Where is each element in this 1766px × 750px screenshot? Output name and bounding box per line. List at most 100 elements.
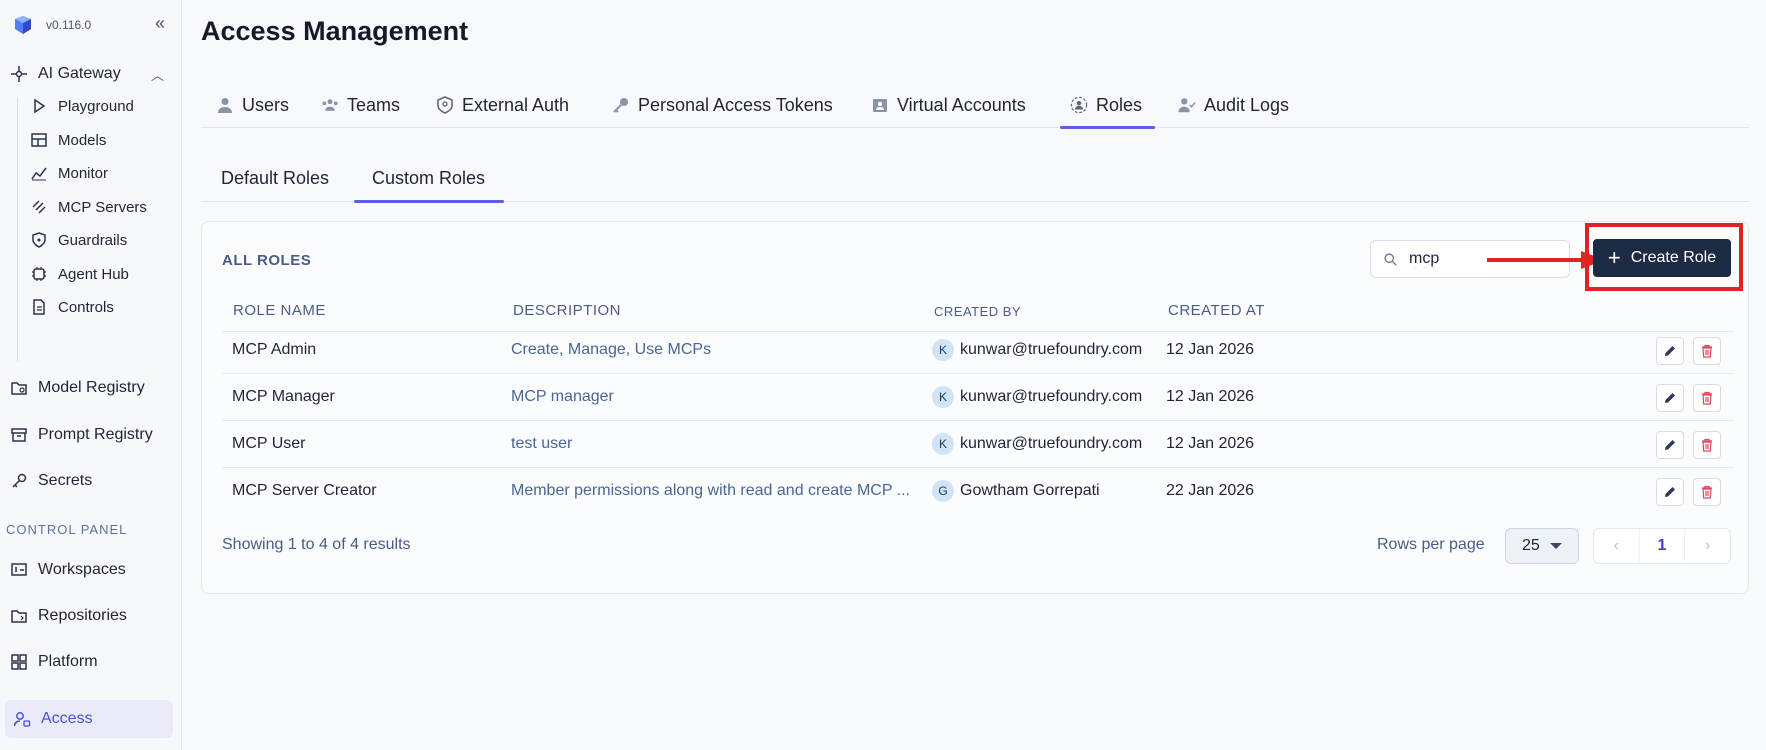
role-description: Create, Manage, Use MCPs [511, 341, 712, 358]
edit-role-button[interactable] [1656, 478, 1684, 506]
roles-card-title: ALL ROLES [222, 252, 312, 269]
created-by: G Gowtham Gorrepati [932, 468, 1100, 514]
sidebar-item-guardrails[interactable]: Guardrails [30, 227, 180, 253]
plus-icon: + [1607, 245, 1621, 270]
sidebar-item-playground[interactable]: Playground [30, 93, 180, 119]
created-by: K kunwar@truefoundry.com [932, 327, 1142, 373]
trash-icon [1702, 485, 1712, 499]
sidebar-item-label: Monitor [58, 164, 109, 182]
search-icon [1381, 250, 1399, 268]
delete-role-button[interactable] [1693, 431, 1721, 459]
sidebar-item-mcp-servers[interactable]: MCP Servers [30, 194, 180, 220]
role-name: MCP Admin [232, 341, 317, 358]
sidebar-item-workspaces[interactable]: Workspaces [10, 555, 172, 585]
tab-teams[interactable]: Teams [321, 82, 400, 128]
edit-role-button[interactable] [1656, 337, 1684, 365]
delete-role-button[interactable] [1693, 337, 1721, 365]
table-row: MCP User test user K kunwar@truefoundry.… [222, 421, 1734, 468]
sidebar-item-secrets[interactable]: Secrets [10, 466, 172, 496]
tab-audit-logs[interactable]: Audit Logs [1178, 82, 1289, 128]
tab-label: Teams [347, 94, 401, 115]
sidebar-item-label: Secrets [38, 472, 93, 489]
trash-icon [1702, 391, 1712, 405]
sidebar-item-monitor[interactable]: Monitor [30, 160, 180, 186]
workspace-icon [10, 561, 28, 579]
table-icon [30, 131, 48, 149]
sidebar-item-label: Repositories [38, 607, 127, 624]
role-name: MCP Server Creator [232, 482, 377, 499]
sidebar-item-label: Agent Hub [58, 265, 129, 283]
avatar: K [932, 386, 954, 408]
sidebar-item-label: Platform [38, 653, 98, 670]
column-description: DESCRIPTION [513, 302, 622, 319]
created-at: 22 Jan 2026 [1166, 482, 1255, 499]
tab-label: Users [242, 94, 290, 115]
previous-page-button[interactable]: ‹ [1594, 529, 1639, 563]
sidebar-item-label: Access [41, 710, 93, 727]
main-tabs: Users Teams External Auth Personal Acces… [201, 82, 1749, 129]
sidebar-item-platform[interactable]: Platform [10, 647, 172, 677]
edit-role-button[interactable] [1656, 384, 1684, 412]
folder-registry-icon [10, 379, 28, 397]
tab-custom-roles[interactable]: Custom Roles [353, 154, 505, 203]
tab-default-roles[interactable]: Default Roles [221, 154, 329, 202]
sidebar-item-repositories[interactable]: Repositories [10, 601, 172, 631]
avatar: G [932, 480, 954, 502]
sidebar-item-label: Playground [58, 97, 134, 115]
pencil-icon [1665, 346, 1675, 356]
tab-external-auth[interactable]: External Auth [436, 82, 569, 128]
pagination: ‹ 1 › [1593, 528, 1731, 564]
truefoundry-logo-icon [12, 14, 34, 36]
team-icon [321, 96, 339, 114]
role-description: MCP manager [511, 388, 614, 405]
sidebar: v0.116.0 « AI Gateway ︿ Playground Model… [0, 0, 182, 750]
table-row: MCP Admin Create, Manage, Use MCPs K kun… [222, 327, 1734, 374]
created-by-name: kunwar@truefoundry.com [960, 388, 1143, 405]
sidebar-item-label: Models [58, 131, 107, 149]
pencil-icon [1665, 393, 1675, 403]
version-label: v0.116.0 [46, 18, 92, 32]
sidebar-item-ai-gateway[interactable]: AI Gateway ︿ [10, 60, 170, 88]
delete-role-button[interactable] [1693, 478, 1721, 506]
table-header: ROLE NAME DESCRIPTION CREATED BY CREATED… [222, 292, 1734, 332]
column-role-name: ROLE NAME [233, 302, 326, 319]
trash-icon [1702, 438, 1712, 452]
created-by-name: kunwar@truefoundry.com [960, 341, 1143, 358]
sidebar-item-models[interactable]: Models [30, 127, 180, 153]
created-at: 12 Jan 2026 [1166, 388, 1255, 405]
created-by: K kunwar@truefoundry.com [932, 421, 1142, 467]
chevron-up-icon[interactable]: ︿ [151, 65, 164, 84]
tab-label: External Auth [462, 94, 570, 115]
column-created-at: CREATED AT [1168, 302, 1265, 319]
roles-card: ALL ROLES + Create Role ROLE NAME DESCRI… [201, 221, 1749, 594]
table-row: MCP Server Creator Member permissions al… [222, 468, 1734, 515]
role-description: test user [511, 435, 573, 452]
user-lock-icon [13, 710, 31, 728]
edit-role-button[interactable] [1656, 431, 1684, 459]
tab-label: Roles [1096, 94, 1143, 115]
collapse-sidebar-icon[interactable]: « [150, 14, 170, 34]
role-name: MCP Manager [232, 388, 335, 405]
sidebar-item-prompt-registry[interactable]: Prompt Registry [10, 420, 172, 450]
rows-per-page-select[interactable]: 25 [1505, 528, 1579, 564]
page-title: Access Management [201, 16, 469, 46]
user-check-icon [1178, 96, 1196, 114]
role-description: Member permissions along with read and c… [511, 482, 910, 499]
sidebar-item-controls[interactable]: Controls [30, 294, 180, 320]
tab-personal-access-tokens[interactable]: Personal Access Tokens [612, 82, 833, 128]
key-icon [10, 472, 28, 490]
page-number-button[interactable]: 1 [1638, 529, 1686, 563]
tab-users[interactable]: Users [216, 82, 289, 128]
sidebar-item-access[interactable]: Access [5, 700, 173, 738]
user-icon [216, 96, 234, 114]
delete-role-button[interactable] [1693, 384, 1721, 412]
next-page-button[interactable]: › [1685, 529, 1730, 563]
sidebar-item-agent-hub[interactable]: Agent Hub [30, 261, 180, 287]
tab-roles[interactable]: Roles [1059, 82, 1156, 129]
tab-virtual-accounts[interactable]: Virtual Accounts [871, 82, 1026, 128]
chart-icon [30, 164, 48, 182]
gateway-icon [10, 65, 28, 83]
id-badge-icon [871, 96, 889, 114]
create-role-button[interactable]: + Create Role [1593, 239, 1731, 277]
sidebar-item-model-registry[interactable]: Model Registry [10, 373, 172, 403]
